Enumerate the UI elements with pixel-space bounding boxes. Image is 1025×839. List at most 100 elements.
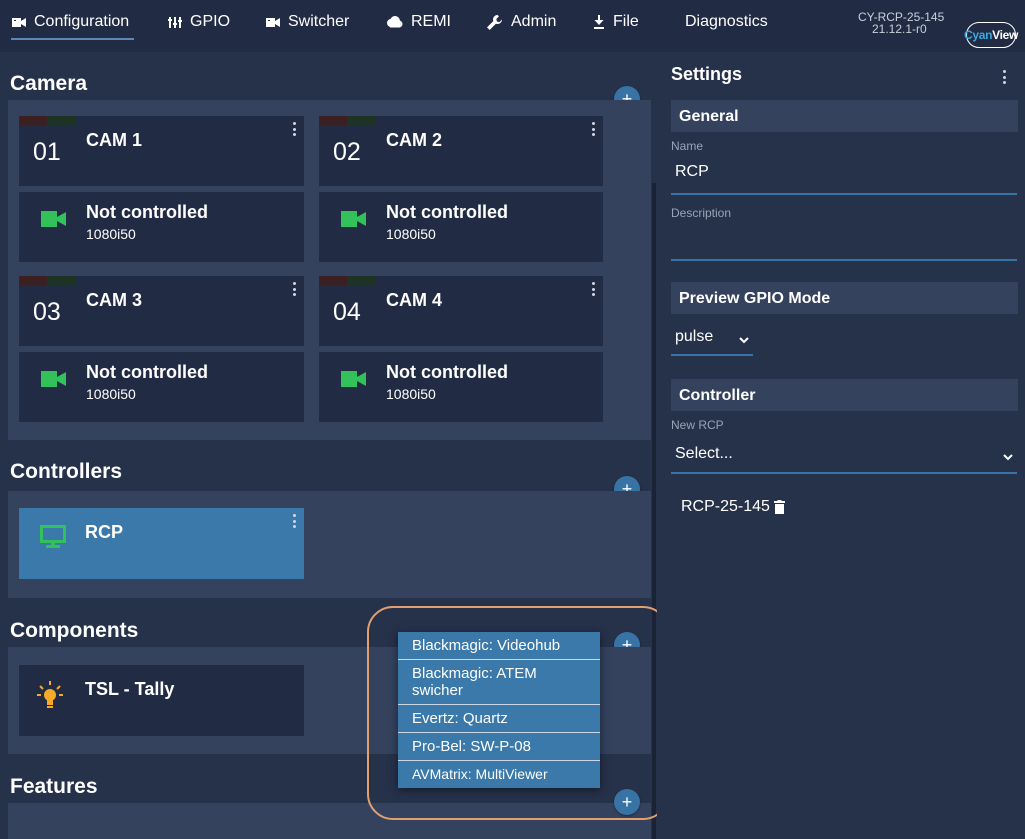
video-camera-icon	[341, 371, 366, 387]
lightbulb-icon	[37, 681, 63, 708]
nav-tab-switcher[interactable]: Switcher	[266, 0, 349, 44]
nav-tab-label: Diagnostics	[685, 13, 768, 30]
nav-tab-label: REMI	[411, 13, 451, 30]
trash-icon[interactable]	[773, 500, 785, 514]
controller-name: RCP	[85, 522, 124, 542]
nav-tab-gpio[interactable]: GPIO	[168, 0, 230, 44]
component-card-tsl-tally[interactable]: TSL - Tally	[19, 665, 304, 736]
tally-indicator	[19, 116, 75, 125]
active-tab-indicator	[11, 38, 134, 40]
camera-card-4[interactable]: 04 CAM 4	[319, 276, 603, 346]
chevron-down-icon	[1003, 454, 1013, 461]
nav-tab-label: File	[613, 13, 639, 30]
video-camera-icon	[41, 371, 66, 387]
camera-card-1[interactable]: 01 CAM 1	[19, 116, 304, 186]
camera-name: CAM 3	[86, 290, 143, 310]
nav-tab-admin[interactable]: Admin	[486, 0, 556, 44]
camera-status: Not controlled	[86, 202, 208, 222]
general-header: General	[671, 100, 1018, 132]
camera-format: 1080i50	[386, 226, 436, 242]
nav-tab-label: GPIO	[190, 13, 231, 30]
features-section-title: Features	[10, 775, 98, 798]
camera-format: 1080i50	[86, 226, 136, 242]
nav-tab-diagnostics[interactable]: Diagnostics	[685, 0, 768, 44]
camera-status: Not controlled	[86, 362, 208, 382]
camera-card-2[interactable]: 02 CAM 2	[319, 116, 603, 186]
settings-menu-icon[interactable]	[1002, 70, 1006, 84]
camera-section-title: Camera	[10, 72, 88, 95]
settings-title: Settings	[671, 64, 743, 84]
preview-gpio-mode-header: Preview GPIO Mode	[671, 282, 1018, 314]
description-input-underline	[671, 259, 1017, 261]
tally-indicator	[319, 116, 375, 125]
component-name: TSL - Tally	[85, 679, 175, 699]
camera-format: 1080i50	[86, 386, 136, 402]
more-options-icon[interactable]	[591, 282, 595, 296]
camera-number: 02	[333, 138, 361, 166]
device-version: 21.12.1-r0	[872, 22, 927, 36]
gpio-sliders-icon	[168, 17, 182, 28]
camera-status-card-3: Not controlled 1080i50	[19, 352, 304, 422]
camera-number: 01	[33, 138, 61, 166]
more-options-icon[interactable]	[292, 122, 296, 136]
nav-tab-file[interactable]: File	[593, 0, 639, 44]
tally-indicator	[319, 276, 375, 285]
controller-header: Controller	[671, 379, 1018, 411]
menu-item-evertz-quartz[interactable]: Evertz: Quartz	[398, 705, 600, 733]
component-type-menu: Blackmagic: Videohub Blackmagic: ATEM sw…	[398, 632, 600, 788]
name-input-underline	[671, 193, 1017, 195]
rcp-list-item: RCP-25-145	[681, 498, 785, 516]
camera-section: 01 CAM 1 Not controlled 1080i50 02 CAM 2…	[8, 100, 651, 440]
menu-item-blackmagic-videohub[interactable]: Blackmagic: Videohub	[398, 632, 600, 660]
camera-status-card-1: Not controlled 1080i50	[19, 192, 304, 262]
new-rcp-select[interactable]: Select...	[675, 445, 733, 463]
video-camera-icon	[266, 17, 280, 27]
description-label: Description	[671, 206, 732, 220]
new-rcp-select-underline	[671, 472, 1017, 474]
chevron-down-icon	[739, 337, 749, 344]
more-options-icon[interactable]	[591, 122, 595, 136]
gpio-select-underline	[671, 354, 753, 356]
more-options-icon[interactable]	[292, 282, 296, 296]
components-section-title: Components	[10, 619, 139, 642]
camera-card-3[interactable]: 03 CAM 3	[19, 276, 304, 346]
rcp-item-name: RCP-25-145	[681, 498, 770, 515]
camera-status: Not controlled	[386, 362, 508, 382]
name-label: Name	[671, 139, 704, 153]
nav-tab-label: Switcher	[288, 13, 350, 30]
menu-item-avmatrix-multiviewer[interactable]: AVMatrix: MultiViewer	[398, 761, 600, 788]
camera-name: CAM 2	[386, 130, 443, 150]
menu-item-probel-swp08[interactable]: Pro-Bel: SW-P-08	[398, 733, 600, 761]
controllers-section-title: Controllers	[10, 460, 123, 483]
camera-status-card-2: Not controlled 1080i50	[319, 192, 603, 262]
tally-indicator	[19, 276, 75, 285]
camera-name: CAM 1	[86, 130, 143, 150]
cloud-icon	[387, 16, 403, 28]
nav-tab-remi[interactable]: REMI	[385, 0, 451, 44]
camera-status: Not controlled	[386, 202, 508, 222]
more-options-icon[interactable]	[292, 514, 296, 528]
wrench-icon	[487, 14, 502, 30]
settings-panel: Settings General Name RCP Description Pr…	[657, 52, 1025, 839]
video-camera-icon	[41, 211, 66, 227]
download-icon	[594, 15, 604, 29]
cyanview-logo: Cyan View	[964, 22, 1018, 48]
camera-format: 1080i50	[386, 386, 436, 402]
menu-item-blackmagic-atem[interactable]: Blackmagic: ATEM swicher	[398, 660, 600, 705]
video-camera-icon	[341, 211, 366, 227]
controller-card-rcp[interactable]: RCP	[19, 508, 304, 579]
controllers-section: RCP	[8, 491, 651, 598]
new-rcp-label: New RCP	[671, 418, 724, 432]
camera-status-card-4: Not controlled 1080i50	[319, 352, 603, 422]
camera-name: CAM 4	[386, 290, 443, 310]
top-navigation-bar: Configuration GPIO Switcher REMI Admin F…	[0, 0, 1025, 52]
video-camera-icon	[12, 17, 26, 27]
gpio-mode-select[interactable]: pulse	[675, 328, 713, 346]
nav-tab-label: Configuration	[34, 13, 130, 30]
name-input[interactable]: RCP	[675, 163, 709, 181]
device-info: CY-RCP-25-145 21.12.1-r0	[858, 11, 944, 35]
monitor-icon	[40, 525, 66, 548]
camera-number: 03	[33, 298, 61, 326]
camera-number: 04	[333, 298, 361, 326]
nav-tab-label: Admin	[511, 13, 557, 30]
